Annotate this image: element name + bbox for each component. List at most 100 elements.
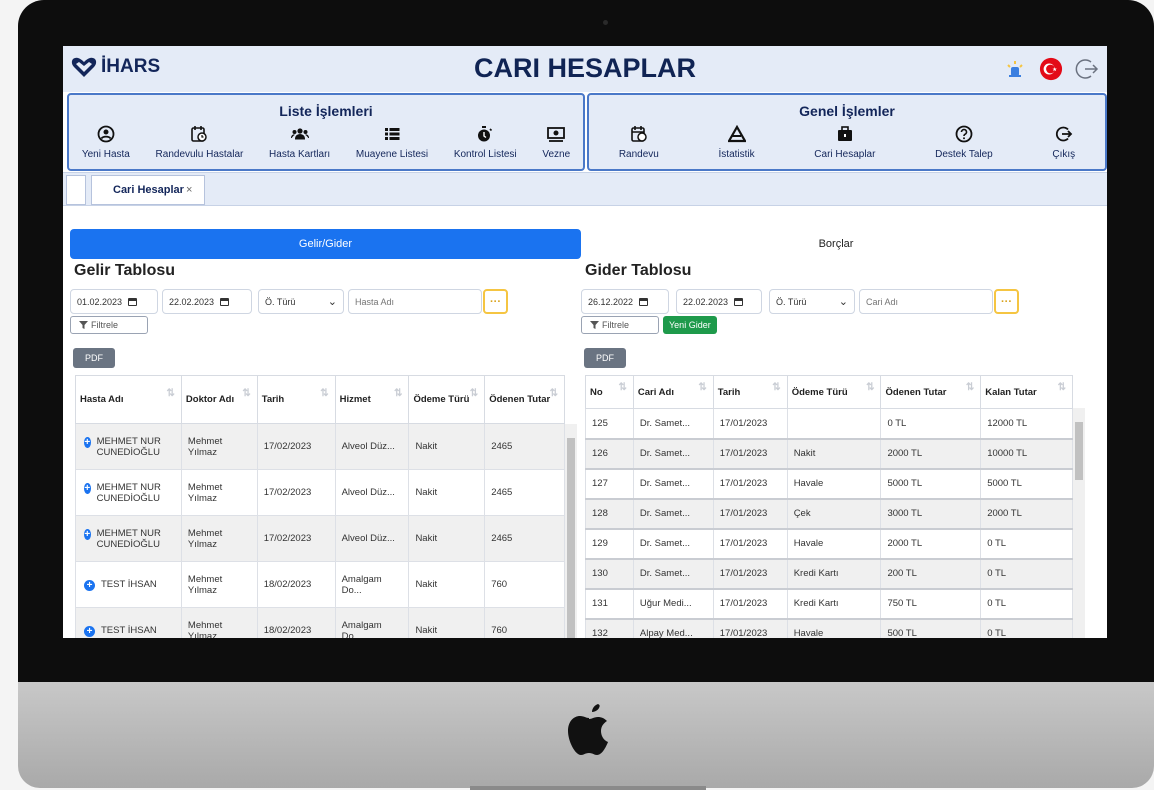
table-row[interactable]: + MEHMET NUR CUNEDİOĞLU Mehmet Yılmaz 17/… [75, 423, 565, 470]
menu-item-istatistik[interactable]: İstatistik [719, 125, 755, 160]
menu-item-cikis[interactable]: Çıkış [1052, 125, 1075, 160]
sort-icon[interactable]: ⇅ [866, 382, 874, 393]
plus-circle-icon[interactable]: + [84, 436, 91, 448]
col-tarih[interactable]: Tarih ⇅ [256, 375, 336, 424]
service-cell: Alveol Düz... [334, 469, 410, 516]
col-doktor-adi[interactable]: Doktor Adı ⇅ [180, 375, 258, 424]
gelir-filter-button[interactable]: Filtrele [70, 316, 148, 334]
tab-cari-hesaplar[interactable]: Cari Hesaplar × [91, 175, 205, 205]
menu-item-muayene-listesi[interactable]: Muayene Listesi [356, 125, 428, 160]
tab-home[interactable] [66, 175, 86, 205]
table-row[interactable]: + TEST İHSAN Mehmet Yılmaz 18/02/2023 Ama… [75, 607, 565, 638]
chevron-down-icon: ⌄ [327, 296, 337, 308]
gider-filter-button[interactable]: Filtrele [581, 316, 659, 334]
table-row[interactable]: 130 Dr. Samet... 17/01/2023 Kredi Kartı … [585, 558, 1073, 590]
scrollbar-thumb[interactable] [1075, 422, 1083, 480]
gider-scrollbar[interactable] [1073, 408, 1085, 638]
menu-item-randevu[interactable]: Randevu [619, 125, 659, 160]
date-cell: 17/02/2023 [256, 515, 336, 562]
col-label: Ödenen Tutar [489, 394, 551, 405]
gider-end-date[interactable]: 22.02.2023 [676, 289, 762, 314]
tab-close-icon[interactable]: × [186, 184, 192, 196]
plus-circle-icon[interactable]: + [84, 625, 95, 637]
camera [603, 20, 608, 25]
table-row[interactable]: 127 Dr. Samet... 17/01/2023 Havale 5000 … [585, 468, 1073, 500]
menu-item-kontrol-listesi[interactable]: Kontrol Listesi [454, 125, 517, 160]
gelir-pdf-button[interactable]: PDF [73, 348, 115, 368]
cari-name-cell: Dr. Samet... [632, 558, 714, 590]
plus-circle-icon[interactable]: + [84, 482, 91, 494]
col-label: Ödenen Tutar [885, 386, 947, 398]
gelir-payment-select[interactable]: Ö. Türü ⌄ [258, 289, 344, 314]
table-row[interactable]: 125 Dr. Samet... 17/01/2023 0 TL 12000 T… [585, 408, 1073, 440]
col-tarih[interactable]: Tarih ⇅ [712, 375, 788, 409]
table-row[interactable]: 132 Alpay Med... 17/01/2023 Havale 500 T… [585, 618, 1073, 638]
yeni-gider-button[interactable]: Yeni Gider [663, 316, 717, 334]
gelir-start-date[interactable]: 01.02.2023 [70, 289, 158, 314]
scrollbar-thumb[interactable] [567, 438, 575, 638]
col-odenen-tutar[interactable]: Ödenen Tutar ⇅ [880, 375, 982, 409]
date-cell: 17/01/2023 [712, 498, 788, 530]
sort-icon[interactable]: ⇅ [320, 388, 328, 399]
menu-item-yeni-hasta[interactable]: Yeni Hasta [82, 125, 130, 160]
table-row[interactable]: 129 Dr. Samet... 17/01/2023 Havale 2000 … [585, 528, 1073, 560]
col-hizmet[interactable]: Hizmet ⇅ [334, 375, 410, 424]
col-odeme-turu[interactable]: Ödeme Türü ⇅ [408, 375, 486, 424]
col-kalan-tutar[interactable]: Kalan Tutar ⇅ [980, 375, 1073, 409]
gelir-scrollbar[interactable] [565, 424, 577, 638]
segment-gelir-gider[interactable]: Gelir/Gider [70, 229, 581, 259]
table-row[interactable]: + MEHMET NUR CUNEDİOĞLU Mehmet Yılmaz 17/… [75, 515, 565, 562]
sort-icon[interactable]: ⇅ [1058, 382, 1066, 393]
menu-item-hasta-kartlari[interactable]: Hasta Kartları [269, 125, 330, 160]
col-hasta-adi[interactable]: Hasta Adı ⇅ [75, 375, 182, 424]
sort-icon[interactable]: ⇅ [619, 382, 627, 393]
paid-cell: 500 TL [880, 618, 982, 638]
logout-icon[interactable] [1075, 57, 1099, 81]
turkey-flag-icon[interactable] [1039, 57, 1063, 81]
menu-item-label: Randevulu Hastalar [155, 149, 244, 160]
col-no[interactable]: No ⇅ [585, 375, 634, 409]
remaining-cell: 10000 TL [980, 438, 1073, 470]
menu-item-destek-talep[interactable]: Destek Talep [935, 125, 993, 160]
menu-item-vezne[interactable]: Vezne [542, 125, 570, 160]
col-odenen-tutar[interactable]: Ödenen Tutar ⇅ [484, 375, 565, 424]
segment-borclar[interactable]: Borçlar [581, 229, 1091, 259]
sort-icon[interactable]: ⇅ [167, 388, 175, 399]
plus-circle-icon[interactable]: + [84, 579, 95, 591]
cari-adi-input[interactable] [859, 289, 993, 314]
table-row[interactable]: 128 Dr. Samet... 17/01/2023 Çek 3000 TL … [585, 498, 1073, 530]
paid-cell: 3000 TL [880, 498, 982, 530]
sort-icon[interactable]: ⇅ [242, 388, 250, 399]
gider-more-button[interactable]: ··· [994, 289, 1019, 314]
sort-icon[interactable]: ⇅ [470, 388, 478, 399]
plus-circle-icon[interactable]: + [84, 528, 91, 540]
no-cell: 130 [585, 558, 634, 590]
hasta-adi-input[interactable] [348, 289, 482, 314]
table-row[interactable]: 131 Uğur Medi... 17/01/2023 Kredi Kartı … [585, 588, 1073, 620]
sort-icon[interactable]: ⇅ [394, 388, 402, 399]
light-icon[interactable] [1003, 57, 1027, 81]
amount-cell: 2465 [484, 423, 565, 470]
gelir-more-button[interactable]: ··· [483, 289, 508, 314]
gider-pdf-button[interactable]: PDF [584, 348, 626, 368]
menu-item-cari-hesaplar[interactable]: Cari Hesaplar [814, 125, 875, 160]
menu-item-label: Kontrol Listesi [453, 149, 517, 160]
sort-icon[interactable]: ⇅ [772, 382, 780, 393]
sort-icon[interactable]: ⇅ [966, 382, 974, 393]
table-row[interactable]: + TEST İHSAN Mehmet Yılmaz 18/02/2023 Ama… [75, 561, 565, 608]
doctor-name: Mehmet Yılmaz [180, 515, 258, 562]
sort-icon[interactable]: ⇅ [698, 382, 706, 393]
date-cell: 17/01/2023 [712, 528, 788, 560]
menu-item-randevulu-hastalar[interactable]: Randevulu Hastalar [155, 125, 244, 160]
table-row[interactable]: + MEHMET NUR CUNEDİOĞLU Mehmet Yılmaz 17/… [75, 469, 565, 516]
sort-icon[interactable]: ⇅ [550, 388, 558, 399]
table-row[interactable]: 126 Dr. Samet... 17/01/2023 Nakit 2000 T… [585, 438, 1073, 470]
col-odeme-turu[interactable]: Ödeme Türü ⇅ [786, 375, 882, 409]
no-cell: 125 [585, 408, 634, 440]
paid-cell: 2000 TL [880, 438, 982, 470]
date-cell: 17/01/2023 [712, 618, 788, 638]
gelir-end-date[interactable]: 22.02.2023 [162, 289, 252, 314]
gider-payment-select[interactable]: Ö. Türü ⌄ [769, 289, 855, 314]
gider-start-date[interactable]: 26.12.2022 [581, 289, 669, 314]
col-cari-adi[interactable]: Cari Adı ⇅ [632, 375, 714, 409]
